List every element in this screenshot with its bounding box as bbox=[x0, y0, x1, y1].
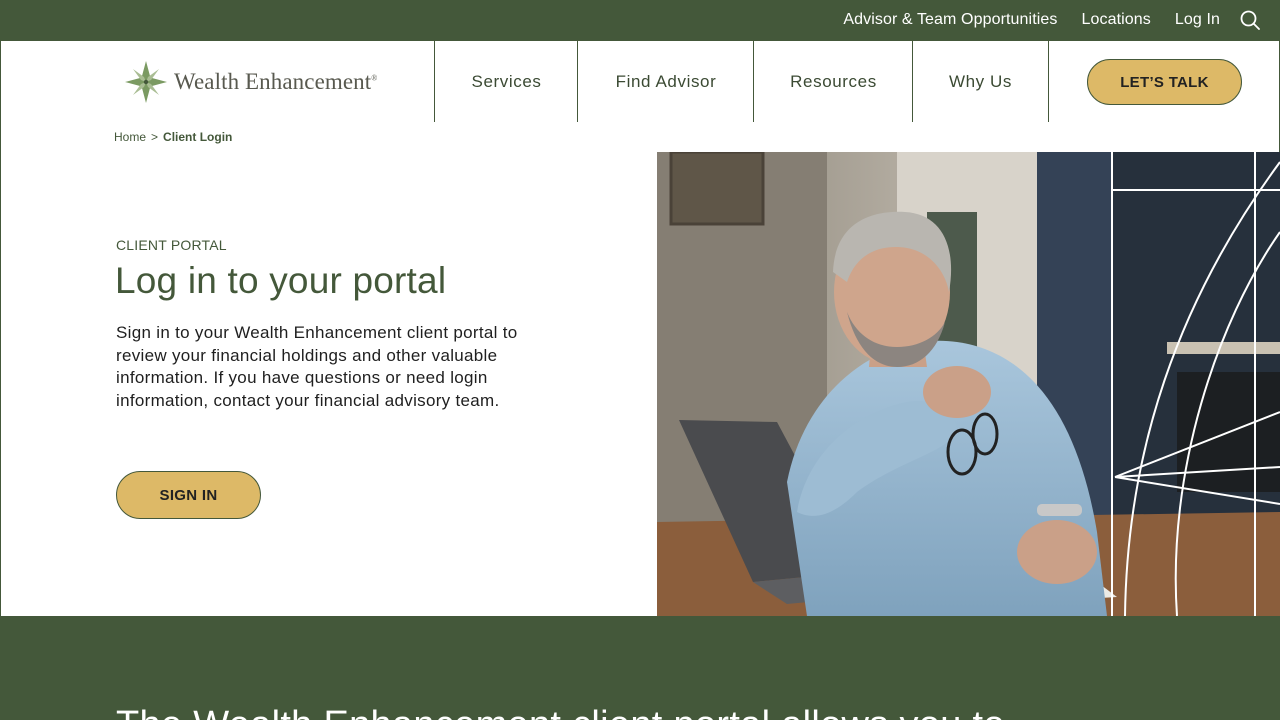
registered-mark: ® bbox=[371, 73, 378, 83]
main-navigation: Wealth Enhancement® Services Find Adviso… bbox=[0, 40, 1280, 123]
man-at-laptop-illustration bbox=[657, 152, 1280, 616]
brand-logo[interactable]: Wealth Enhancement® bbox=[124, 59, 377, 105]
lets-talk-button[interactable]: LET’S TALK bbox=[1087, 59, 1242, 105]
breadcrumb-home[interactable]: Home bbox=[114, 130, 146, 144]
nav-services[interactable]: Services bbox=[434, 41, 578, 123]
brand-wordmark: Wealth Enhancement® bbox=[174, 69, 377, 95]
hero-description: Sign in to your Wealth Enhancement clien… bbox=[116, 323, 518, 410]
sign-in-button[interactable]: SIGN IN bbox=[116, 471, 261, 519]
nav-find-advisor[interactable]: Find Advisor bbox=[577, 41, 754, 123]
brand-name: Wealth Enhancement bbox=[174, 69, 372, 94]
breadcrumb-bar: Home > Client Login bbox=[0, 122, 1280, 153]
search-icon[interactable] bbox=[1240, 10, 1260, 30]
utility-bar: Advisor & Team Opportunities Locations L… bbox=[0, 0, 1280, 40]
hero-eyebrow: CLIENT PORTAL bbox=[116, 237, 227, 253]
portal-info-heading: The Wealth Enhancement client portal all… bbox=[116, 704, 1005, 720]
hero-section: CLIENT PORTAL Log in to your portal Sign… bbox=[0, 152, 1280, 616]
locations-link[interactable]: Locations bbox=[1082, 11, 1151, 29]
breadcrumb: Home > Client Login bbox=[114, 130, 232, 144]
nav-resources[interactable]: Resources bbox=[753, 41, 913, 123]
hero-photo bbox=[657, 152, 1280, 616]
portal-info-section: The Wealth Enhancement client portal all… bbox=[0, 616, 1280, 720]
breadcrumb-separator: > bbox=[151, 130, 159, 144]
utility-links: Advisor & Team Opportunities Locations L… bbox=[843, 0, 1220, 40]
advisor-opportunities-link[interactable]: Advisor & Team Opportunities bbox=[843, 11, 1057, 29]
page-title: Log in to your portal bbox=[115, 260, 447, 301]
leaf-star-logo-icon bbox=[125, 61, 167, 103]
log-in-link[interactable]: Log In bbox=[1175, 11, 1220, 29]
breadcrumb-current: Client Login bbox=[163, 130, 233, 144]
nav-why-us[interactable]: Why Us bbox=[912, 41, 1049, 123]
